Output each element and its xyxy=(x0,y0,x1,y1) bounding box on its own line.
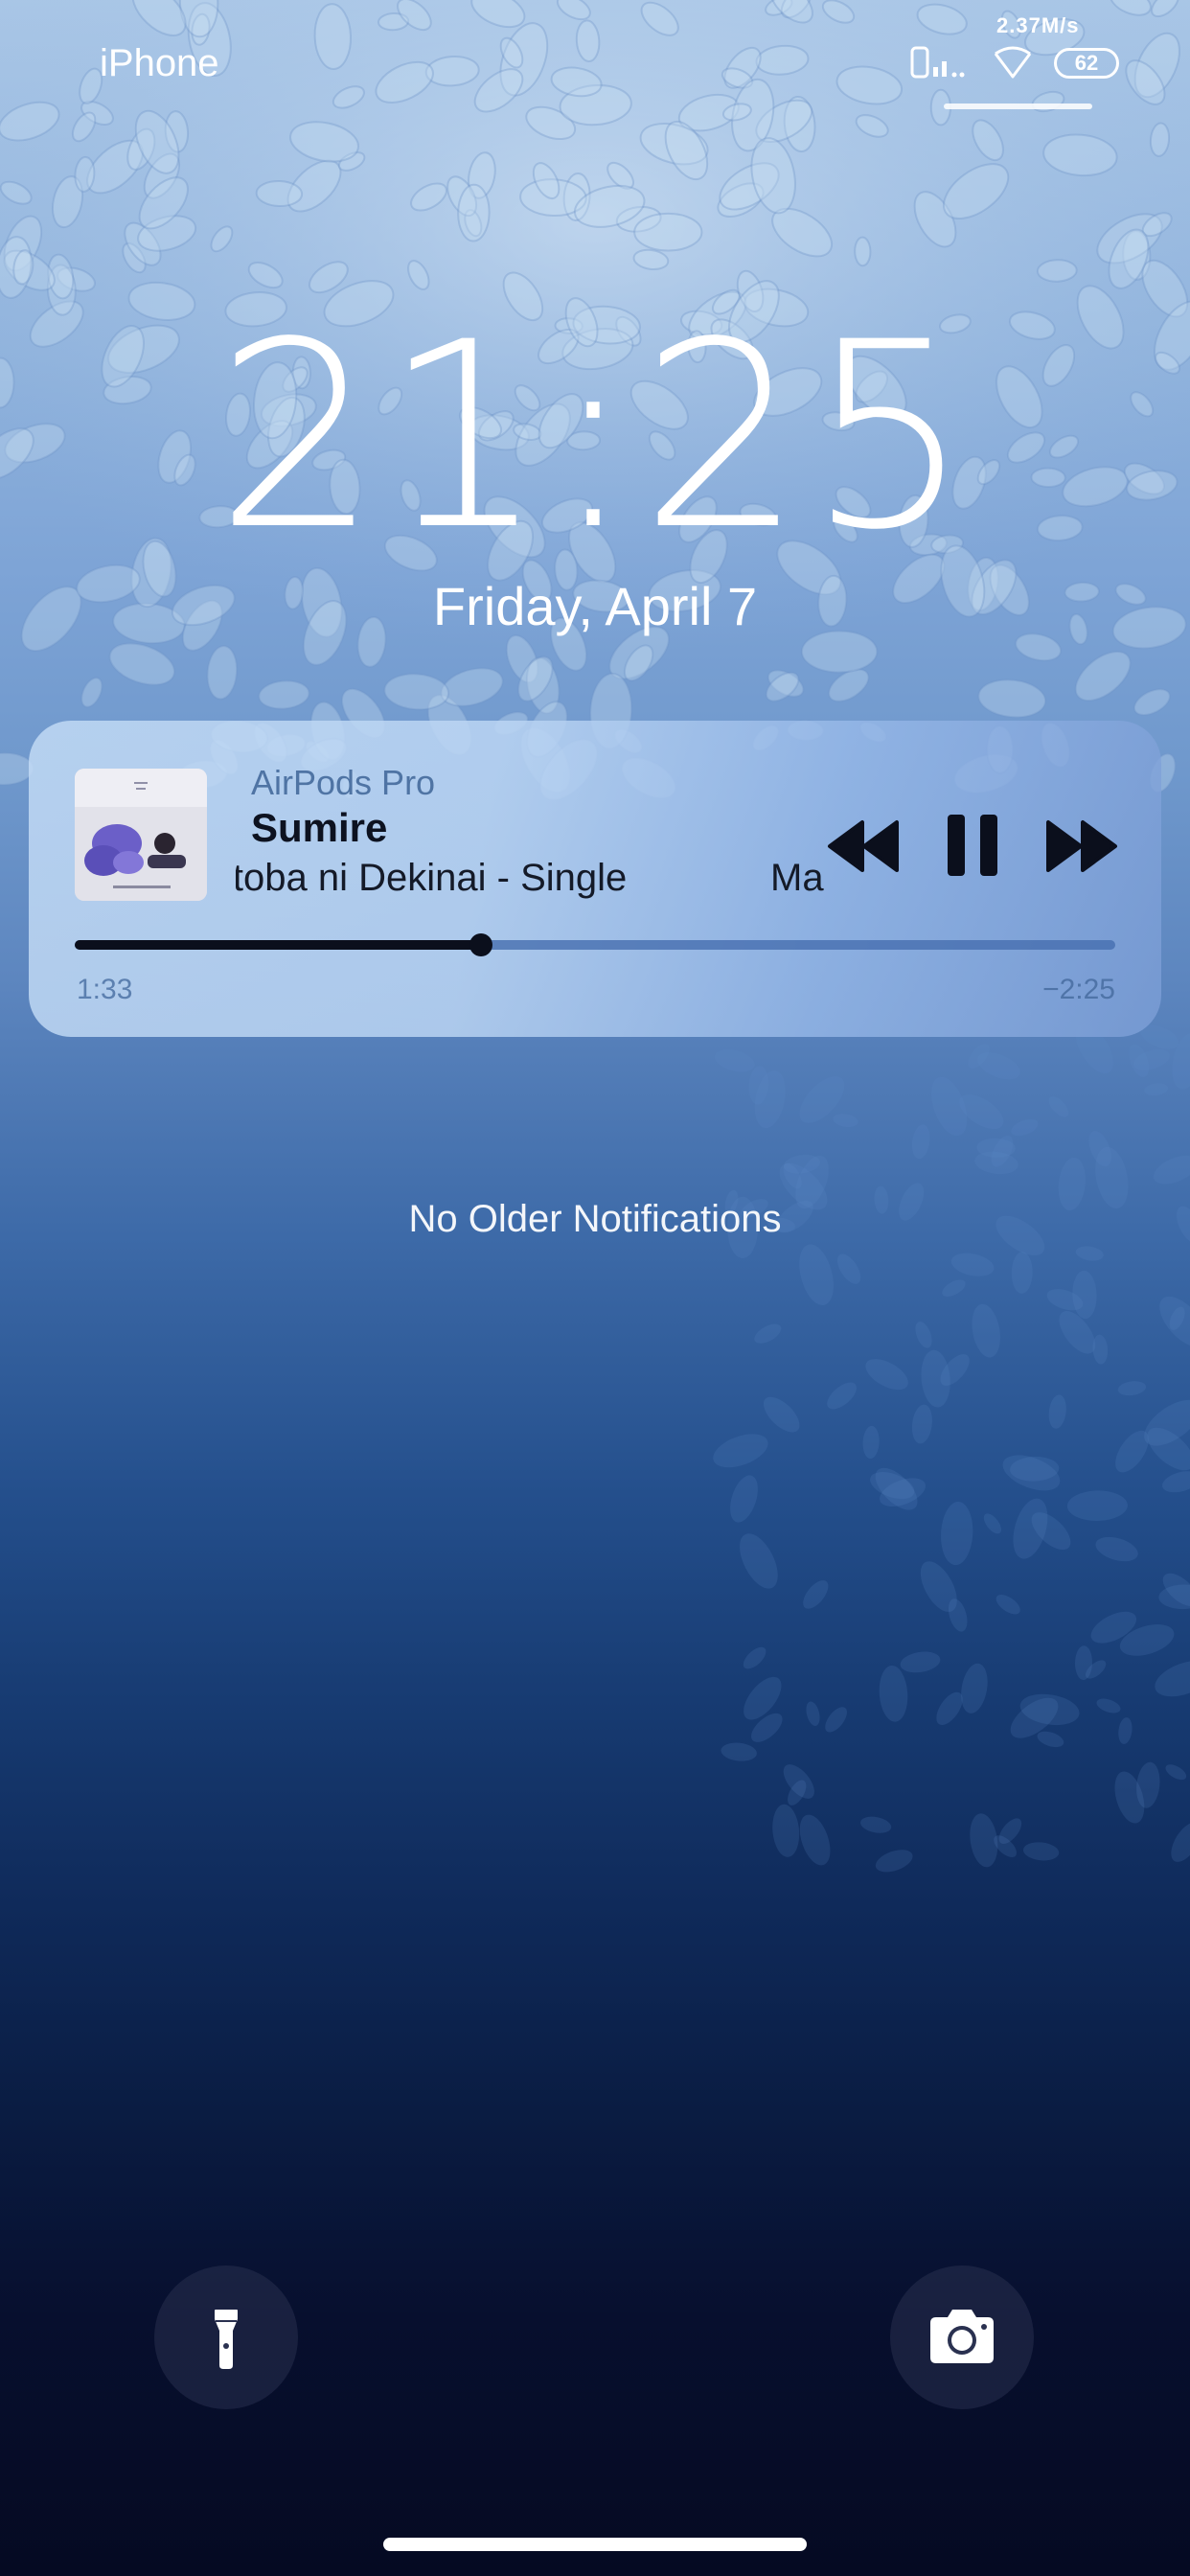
home-indicator[interactable] xyxy=(383,2538,807,2551)
track-artist: Ma xyxy=(770,857,824,899)
output-device-label: AirPods Pro xyxy=(251,763,436,802)
flashlight-icon xyxy=(215,2310,238,2369)
track-subtitle-marquee: Kotoba ni Dekinai - Single Ma xyxy=(236,851,824,908)
rewind-icon[interactable] xyxy=(826,818,901,874)
status-icons: 62 xyxy=(910,44,1131,82)
camera-button[interactable] xyxy=(890,2266,1034,2409)
carrier-label: iPhone xyxy=(100,42,219,84)
battery-icon: 62 xyxy=(1054,48,1119,79)
lock-date: Friday, April 7 xyxy=(432,576,758,636)
album-artwork-image xyxy=(75,769,207,901)
signal-icon xyxy=(910,46,965,79)
flashlight-button[interactable] xyxy=(154,2266,298,2409)
fast-forward-icon[interactable] xyxy=(1044,818,1119,874)
elapsed-time: 1:33 xyxy=(77,974,133,1005)
playback-scrubber-knob[interactable] xyxy=(469,933,492,956)
status-underline xyxy=(944,104,1092,109)
wifi-icon xyxy=(994,46,1032,79)
now-playing-widget[interactable]: AirPods Pro Sumire Kotoba ni Dekinai - S… xyxy=(29,721,1161,1037)
album-artwork[interactable] xyxy=(75,769,207,901)
network-speed: 2.37M/s xyxy=(996,13,1080,37)
playback-scrubber[interactable] xyxy=(75,933,1115,956)
no-older-notifications: No Older Notifications xyxy=(408,1198,782,1240)
remaining-time: −2:25 xyxy=(1042,974,1115,1005)
camera-icon xyxy=(930,2310,994,2363)
playback-progress-fill xyxy=(75,940,481,950)
lock-time: 21:25 xyxy=(215,288,975,586)
track-album: Kotoba ni Dekinai - Single xyxy=(236,857,628,899)
pause-icon[interactable] xyxy=(944,811,1001,880)
track-title: Sumire xyxy=(251,805,388,850)
